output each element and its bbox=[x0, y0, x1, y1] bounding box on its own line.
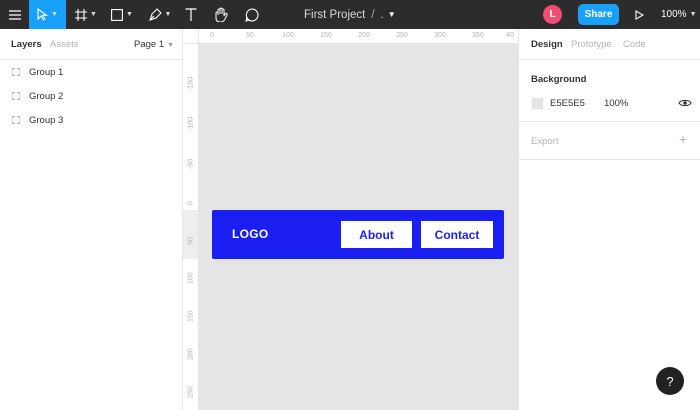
title-separator: / bbox=[371, 8, 375, 21]
background-section: Background E5E5E5 100% bbox=[519, 60, 700, 122]
frame-icon bbox=[12, 92, 20, 100]
tab-layers[interactable]: Layers bbox=[11, 39, 42, 50]
layer-item[interactable]: Group 3 bbox=[12, 112, 63, 128]
page-selector-label: Page 1 bbox=[134, 39, 165, 50]
file-title[interactable]: First Project / . ▼ bbox=[304, 0, 396, 29]
ruler-corner bbox=[183, 29, 199, 44]
ruler-tick: 300 bbox=[434, 32, 446, 39]
help-button[interactable]: ? bbox=[656, 367, 684, 395]
text-tool-button[interactable] bbox=[180, 0, 202, 29]
eye-icon[interactable] bbox=[678, 97, 692, 109]
properties-panel: Design Prototype Code Background E5E5E5 … bbox=[518, 29, 700, 410]
hamburger-icon bbox=[8, 9, 21, 20]
text-icon bbox=[185, 8, 197, 21]
toolbar: ▼ ▼ ▼ ▼ First Project / . ▼ L Share 100%… bbox=[0, 0, 700, 29]
ruler-tick: 50 bbox=[187, 237, 195, 245]
design-canvas[interactable]: LOGO About Contact bbox=[199, 44, 518, 410]
layer-label: Group 1 bbox=[29, 66, 64, 78]
project-title: First Project bbox=[304, 8, 366, 21]
move-tool-button[interactable]: ▼ bbox=[29, 0, 66, 29]
comment-icon bbox=[245, 7, 259, 22]
tab-assets[interactable]: Assets bbox=[50, 39, 79, 50]
ruler-tick: 250 bbox=[187, 386, 195, 398]
logo-text[interactable]: LOGO bbox=[232, 227, 269, 241]
chevron-down-icon: ▼ bbox=[387, 10, 396, 19]
about-button[interactable]: About bbox=[341, 221, 412, 248]
chevron-down-icon: ▼ bbox=[126, 11, 133, 18]
tab-design[interactable]: Design bbox=[531, 39, 563, 50]
page-selector[interactable]: Page 1 ▼ bbox=[134, 39, 174, 50]
rectangle-icon bbox=[111, 8, 123, 21]
ruler-tick: 100 bbox=[187, 272, 195, 284]
share-button[interactable]: Share bbox=[578, 4, 619, 25]
background-hex-input[interactable]: E5E5E5 bbox=[550, 98, 585, 109]
layer-item[interactable]: Group 2 bbox=[12, 88, 63, 104]
layers-panel: Layers Assets Page 1 ▼ Group 1 Group 2 Gr… bbox=[0, 29, 183, 410]
present-button[interactable] bbox=[630, 0, 648, 29]
contact-button[interactable]: Contact bbox=[421, 221, 493, 248]
frame-icon bbox=[12, 68, 20, 76]
chevron-down-icon: ▼ bbox=[51, 11, 58, 18]
layers-panel-tabs: Layers Assets Page 1 ▼ bbox=[0, 29, 183, 60]
cursor-arrow-icon bbox=[37, 8, 49, 21]
ruler-tick: -100 bbox=[187, 116, 195, 131]
tab-code[interactable]: Code bbox=[623, 39, 646, 50]
vertical-ruler: -150 -100 -50 0 50 100 150 200 250 bbox=[183, 44, 199, 410]
plus-icon[interactable]: + bbox=[679, 131, 687, 147]
avatar[interactable]: L bbox=[543, 5, 562, 24]
layer-label: Group 3 bbox=[29, 114, 64, 126]
export-title: Export bbox=[531, 136, 559, 147]
layer-label: Group 2 bbox=[29, 90, 64, 102]
ruler-tick: 200 bbox=[187, 348, 195, 360]
ruler-tick: 40 bbox=[506, 32, 514, 39]
ruler-tick: 150 bbox=[320, 32, 332, 39]
navbar-frame[interactable]: LOGO About Contact bbox=[212, 210, 504, 259]
chevron-down-icon: ▼ bbox=[689, 11, 697, 18]
ruler-tick: 150 bbox=[187, 310, 195, 322]
horizontal-ruler: 0 50 100 150 200 250 300 350 40 bbox=[199, 29, 518, 44]
background-color-swatch[interactable] bbox=[532, 98, 543, 109]
ruler-tick: -150 bbox=[187, 76, 195, 91]
comment-tool-button[interactable] bbox=[240, 0, 264, 29]
pen-tool-button[interactable]: ▼ bbox=[144, 0, 176, 29]
shape-tool-button[interactable]: ▼ bbox=[106, 0, 138, 29]
tab-prototype[interactable]: Prototype bbox=[571, 39, 612, 50]
properties-panel-tabs: Design Prototype Code bbox=[519, 29, 700, 60]
chevron-down-icon: ▼ bbox=[167, 42, 175, 49]
ruler-tick: 0 bbox=[210, 32, 214, 39]
background-opacity-input[interactable]: 100% bbox=[604, 98, 628, 109]
frame-icon bbox=[12, 116, 20, 124]
ruler-tick: 200 bbox=[358, 32, 370, 39]
chevron-down-icon: ▼ bbox=[90, 11, 97, 18]
chevron-down-icon: ▼ bbox=[164, 11, 172, 18]
ruler-tick: 350 bbox=[472, 32, 484, 39]
hand-icon bbox=[215, 7, 228, 22]
hand-tool-button[interactable] bbox=[209, 0, 233, 29]
frame-icon bbox=[75, 8, 88, 21]
ruler-selection-band bbox=[183, 210, 198, 259]
pen-icon bbox=[148, 8, 162, 21]
ruler-tick: 250 bbox=[396, 32, 408, 39]
play-icon bbox=[634, 9, 644, 20]
zoom-level[interactable]: 100% ▼ bbox=[661, 0, 697, 29]
page-indicator: . bbox=[380, 8, 384, 21]
zoom-value: 100% bbox=[661, 9, 687, 20]
main-menu-button[interactable] bbox=[0, 0, 29, 29]
ruler-tick: 100 bbox=[282, 32, 294, 39]
export-section: Export + bbox=[519, 122, 700, 160]
frame-tool-button[interactable]: ▼ bbox=[70, 0, 102, 29]
ruler-tick: 0 bbox=[187, 201, 195, 205]
ruler-tick: -50 bbox=[187, 158, 195, 169]
ruler-tick: 50 bbox=[246, 32, 254, 39]
layer-item[interactable]: Group 1 bbox=[12, 64, 63, 80]
background-title: Background bbox=[531, 74, 587, 85]
